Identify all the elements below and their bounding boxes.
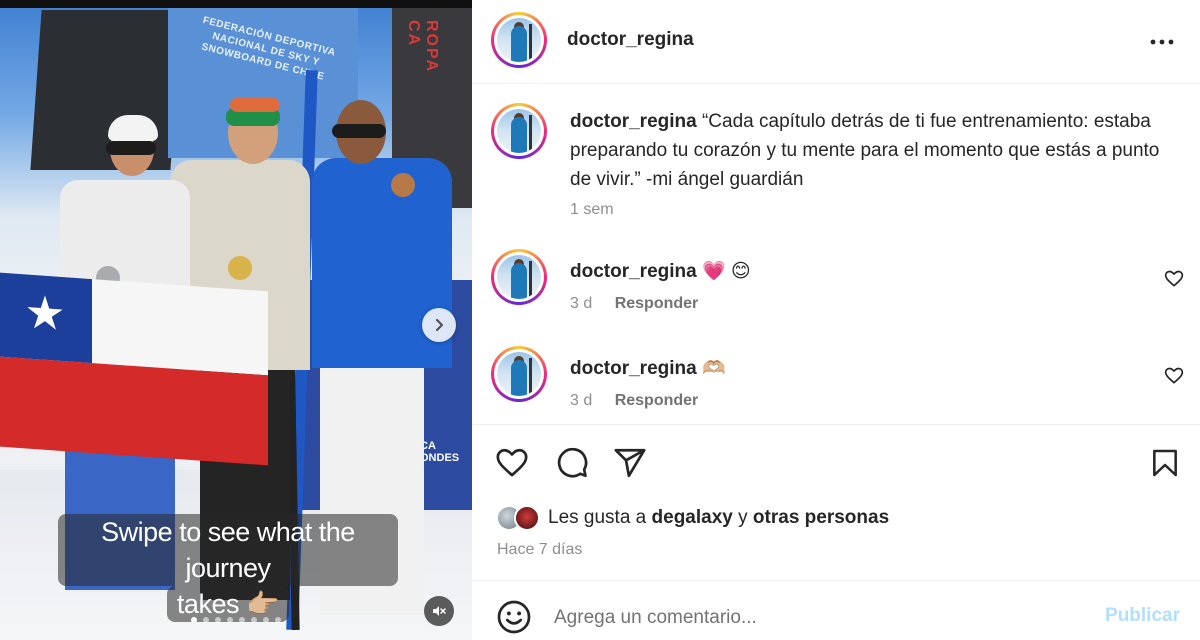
like-comment-heart-icon[interactable] xyxy=(1164,366,1184,386)
media-top-strip xyxy=(0,0,472,8)
carousel-dot xyxy=(215,617,221,623)
caption-line-1: Swipe to see what the journey xyxy=(58,514,398,586)
like-button[interactable] xyxy=(494,445,530,481)
chevron-right-icon xyxy=(435,318,444,332)
liker-avatar[interactable] xyxy=(514,505,540,531)
comment-composer: Publicar xyxy=(472,580,1200,640)
post-timestamp[interactable]: Hace 7 días xyxy=(497,541,582,559)
caption-time: 1 sem xyxy=(570,201,614,218)
likes-prefix: Les gusta a xyxy=(548,507,647,528)
gold-medal xyxy=(228,256,252,280)
avatar[interactable] xyxy=(491,12,547,68)
caption-username[interactable]: doctor_regina xyxy=(570,111,697,132)
likes-user-link[interactable]: degalaxy xyxy=(652,507,733,528)
comment-input[interactable] xyxy=(554,603,1074,633)
publish-button[interactable]: Publicar xyxy=(1105,605,1180,627)
comment-button[interactable] xyxy=(554,445,590,481)
carousel-dot xyxy=(275,617,281,623)
comment-meta: 3 d Responder xyxy=(570,295,698,313)
avatar[interactable] xyxy=(491,249,547,305)
more-options-button[interactable] xyxy=(1148,28,1176,56)
likes-others-link[interactable]: otras personas xyxy=(753,507,889,528)
carousel-dot xyxy=(263,617,269,623)
comments-section: doctor_regina “Cada capítulo detrás de t… xyxy=(472,85,1200,425)
comment-text: doctor_regina 💗 😊 xyxy=(570,257,1160,286)
carousel-dot xyxy=(239,617,245,623)
share-button[interactable] xyxy=(612,445,648,481)
likes-summary: Les gusta a degalaxy y otras personas xyxy=(496,505,889,531)
sponsor-board-text: CA ONDES xyxy=(420,440,460,464)
likes-joiner: y xyxy=(738,507,748,528)
comment-body: 🫶🏼 xyxy=(701,358,726,379)
media-caption-overlay: Swipe to see what the journey takes 👉🏼 xyxy=(58,514,398,622)
bronze-medal xyxy=(391,173,415,197)
reply-button[interactable]: Responder xyxy=(615,295,699,313)
share-icon xyxy=(614,448,646,478)
heart-icon xyxy=(496,448,528,477)
comment-time: 3 d xyxy=(570,392,593,409)
star-icon: ★ xyxy=(24,285,66,341)
save-button[interactable] xyxy=(1147,445,1183,481)
post-header: doctor_regina xyxy=(472,0,1200,84)
post-actions: Les gusta a degalaxy y otras personas Ha… xyxy=(472,424,1200,580)
carousel-next-button[interactable] xyxy=(422,308,456,342)
reply-button[interactable]: Responder xyxy=(615,392,699,410)
comment-meta: 3 d Responder xyxy=(570,392,698,410)
avatar[interactable] xyxy=(491,346,547,402)
mute-button[interactable] xyxy=(424,596,454,626)
comment-username[interactable]: doctor_regina xyxy=(570,261,697,282)
carousel-dot xyxy=(203,617,209,623)
bookmark-icon xyxy=(1153,449,1177,477)
more-icon xyxy=(1150,39,1174,45)
post-side-panel: doctor_regina doctor_regina “Cada capítu… xyxy=(472,0,1200,640)
likes-text: Les gusta a degalaxy y otras personas xyxy=(548,507,889,529)
mute-icon xyxy=(433,606,446,616)
like-comment-heart-icon[interactable] xyxy=(1164,269,1184,289)
carousel-dot xyxy=(251,617,257,623)
comment-time: 3 d xyxy=(570,295,593,312)
carousel-dot xyxy=(191,617,197,623)
post-media[interactable]: FEDERACIÓN DEPORTIVA NACIONAL DE SKY Y S… xyxy=(0,0,472,640)
comment-text: doctor_regina 🫶🏼 xyxy=(570,354,1160,383)
carousel-dot xyxy=(227,617,233,623)
carousel-dots xyxy=(0,617,472,623)
avatar[interactable] xyxy=(491,103,547,159)
caption-meta: 1 sem xyxy=(570,201,614,219)
comment-body: 💗 😊 xyxy=(701,261,751,282)
comment-icon xyxy=(557,447,588,478)
comment-username[interactable]: doctor_regina xyxy=(570,358,697,379)
caption-text: doctor_regina “Cada capítulo detrás de t… xyxy=(570,107,1160,194)
banner-right-text: ROPA CA xyxy=(405,20,440,73)
post-modal: FEDERACIÓN DEPORTIVA NACIONAL DE SKY Y S… xyxy=(0,0,1200,640)
header-username[interactable]: doctor_regina xyxy=(567,29,694,51)
emoji-icon[interactable] xyxy=(496,599,532,635)
chile-flag: ★ xyxy=(0,272,268,472)
